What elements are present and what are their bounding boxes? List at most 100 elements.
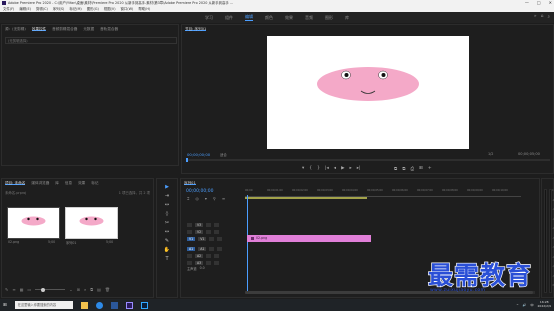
lift-button[interactable]: ⧉ — [394, 166, 397, 172]
track-eye-toggle[interactable] — [217, 236, 223, 241]
premiere-taskbar-icon[interactable] — [125, 301, 133, 309]
sort-icon[interactable]: ⌄ — [69, 287, 72, 292]
taskbar-search-input[interactable]: 在这里输入你要搜索的内容 — [14, 301, 73, 309]
tab-metadata[interactable]: 元数据 — [83, 27, 94, 31]
zoom-fit-select[interactable]: 适合 — [220, 152, 227, 157]
find-icon[interactable]: ⌕ — [84, 287, 86, 292]
pen-tool-icon[interactable]: ✎ — [165, 238, 169, 244]
tab-effect-controls[interactable]: 效果控件 — [31, 27, 47, 31]
tab-audio-track-mixer[interactable]: 音轨混合器 — [100, 27, 118, 31]
sync-lock-toggle[interactable] — [209, 236, 215, 241]
workspace-tab-learn[interactable]: 学习 — [205, 15, 213, 21]
mark-in-button[interactable]: { — [309, 166, 312, 171]
icon-view-icon[interactable]: ▦ — [20, 287, 24, 292]
source-patch-a1[interactable]: A1 — [187, 246, 196, 251]
system-clock[interactable]: 16:28 2022/2/9 — [538, 301, 551, 308]
mute-toggle[interactable] — [209, 246, 215, 251]
input-method-icon[interactable]: 中 — [531, 303, 534, 307]
mute-toggle[interactable] — [206, 253, 212, 258]
start-button-icon[interactable]: ⊞ — [3, 303, 7, 308]
track-eye-toggle[interactable] — [214, 222, 220, 227]
tab-sequence[interactable]: 序列01 — [184, 181, 196, 185]
track-label-v2[interactable]: V2 — [195, 229, 204, 234]
track-lock-toggle[interactable] — [187, 260, 192, 265]
timeline-settings-icon[interactable]: ≡ — [222, 196, 225, 201]
tab-project[interactable]: 项目: 未命名 — [5, 181, 26, 185]
project-sequence-thumbnail[interactable] — [65, 207, 118, 239]
slider-knob[interactable] — [41, 287, 46, 292]
workspace-tab-graphics[interactable]: 图形 — [325, 15, 333, 21]
track-label-a3[interactable]: A3 — [195, 260, 204, 265]
time-ruler[interactable]: 00;00 00;00;01;00 00;00;02;00 00;00;03;0… — [245, 189, 521, 203]
go-to-out-button[interactable]: ▸| — [357, 166, 361, 171]
solo-toggle[interactable] — [214, 253, 220, 258]
workspace-tab-effects[interactable]: 效果 — [285, 15, 293, 21]
word-icon[interactable] — [110, 301, 118, 309]
workspace-tab-libraries[interactable]: 库 — [345, 15, 349, 21]
program-playhead[interactable] — [186, 158, 188, 162]
play-button[interactable]: ▶ — [341, 166, 344, 171]
list-view-icon[interactable]: ≡ — [12, 287, 15, 292]
timeline-timecode[interactable]: 00;00;00;00 — [186, 189, 213, 194]
tray-overflow-icon[interactable]: ^ — [516, 303, 519, 307]
track-label-a2[interactable]: A2 — [195, 253, 204, 258]
program-current-timecode[interactable]: 00;00;00;00 — [187, 152, 210, 157]
linked-selection-icon[interactable]: ▾ — [205, 196, 207, 201]
sync-lock-toggle[interactable] — [206, 222, 212, 227]
timeline-playhead[interactable] — [247, 195, 248, 291]
mark-out-button[interactable]: } — [317, 166, 320, 171]
nest-icon[interactable]: ⌶ — [187, 196, 189, 201]
step-back-button[interactable]: ◂ — [334, 166, 336, 171]
track-lock-toggle[interactable] — [187, 229, 192, 234]
workspace-tab-audio[interactable]: 音频 — [305, 15, 313, 21]
playback-resolution-select[interactable]: 1/2 — [488, 152, 493, 156]
more-workspaces-icon[interactable]: » — [534, 14, 537, 20]
master-track-volume[interactable]: 0.0 — [200, 266, 205, 271]
volume-icon[interactable]: 🔊 — [523, 303, 527, 307]
track-lock-toggle[interactable] — [187, 222, 192, 227]
track-select-tool-icon[interactable]: ⇥ — [165, 193, 169, 199]
mute-toggle[interactable] — [206, 260, 212, 265]
freeform-view-icon[interactable]: ▭ — [28, 287, 32, 292]
photoshop-taskbar-icon[interactable] — [140, 301, 148, 309]
tab-libraries[interactable]: 库 — [55, 181, 59, 185]
track-eye-toggle[interactable] — [214, 229, 220, 234]
track-label-a1[interactable]: A1 — [198, 246, 207, 251]
snap-icon[interactable]: ◎ — [195, 196, 199, 201]
hand-tool-icon[interactable]: ✋ — [164, 247, 170, 253]
home-icon[interactable]: ⌂ — [541, 14, 544, 20]
tab-media-browser[interactable]: 媒体浏览器 — [31, 181, 49, 185]
trash-icon[interactable]: 🗑 — [105, 287, 110, 292]
ripple-edit-tool-icon[interactable]: ↔ — [165, 202, 169, 208]
tab-program[interactable]: 节目: 序列01 — [185, 27, 207, 31]
timeline-clip[interactable]: 02.png — [247, 235, 371, 242]
workspace-tab-assembly[interactable]: 组件 — [225, 15, 233, 21]
automate-icon[interactable]: ⊞ — [77, 287, 80, 292]
razor-tool-icon[interactable]: ✂ — [165, 220, 169, 226]
project-item-thumbnail[interactable] — [7, 207, 60, 239]
tab-source[interactable]: 源：(无剪辑) — [5, 27, 26, 31]
selection-tool-icon[interactable]: ▶ — [165, 184, 169, 190]
go-to-in-button[interactable]: |◂ — [325, 166, 329, 171]
tab-audio-clip-mixer[interactable]: 音频剪辑混合器 — [52, 27, 77, 31]
edge-browser-icon[interactable] — [95, 301, 103, 309]
new-bin-icon[interactable]: ⧉ — [90, 287, 93, 292]
step-forward-button[interactable]: ▸ — [350, 166, 352, 171]
slip-tool-icon[interactable]: ◊ — [166, 211, 168, 217]
rate-stretch-tool-icon[interactable]: ↔ — [165, 229, 169, 235]
button-editor-button[interactable]: + — [428, 166, 432, 172]
solo-toggle[interactable] — [217, 246, 223, 251]
source-patch-v1[interactable]: V1 — [187, 236, 196, 241]
sync-lock-toggle[interactable] — [206, 229, 212, 234]
extract-button[interactable]: ⧉ — [402, 166, 405, 172]
track-lock-toggle[interactable] — [187, 253, 192, 258]
track-label-v1[interactable]: V1 — [198, 236, 207, 241]
type-tool-icon[interactable]: T — [165, 256, 168, 262]
comparison-view-button[interactable]: ⊞ — [419, 166, 423, 172]
write-protect-icon[interactable]: ✎ — [5, 287, 8, 292]
search-icon[interactable]: ⌕ — [547, 14, 550, 20]
work-area-bar[interactable] — [245, 197, 367, 199]
program-video-frame[interactable] — [267, 36, 469, 149]
tab-effects[interactable]: 效果 — [78, 181, 85, 185]
workspace-tab-editing[interactable]: 编辑 — [245, 14, 253, 21]
